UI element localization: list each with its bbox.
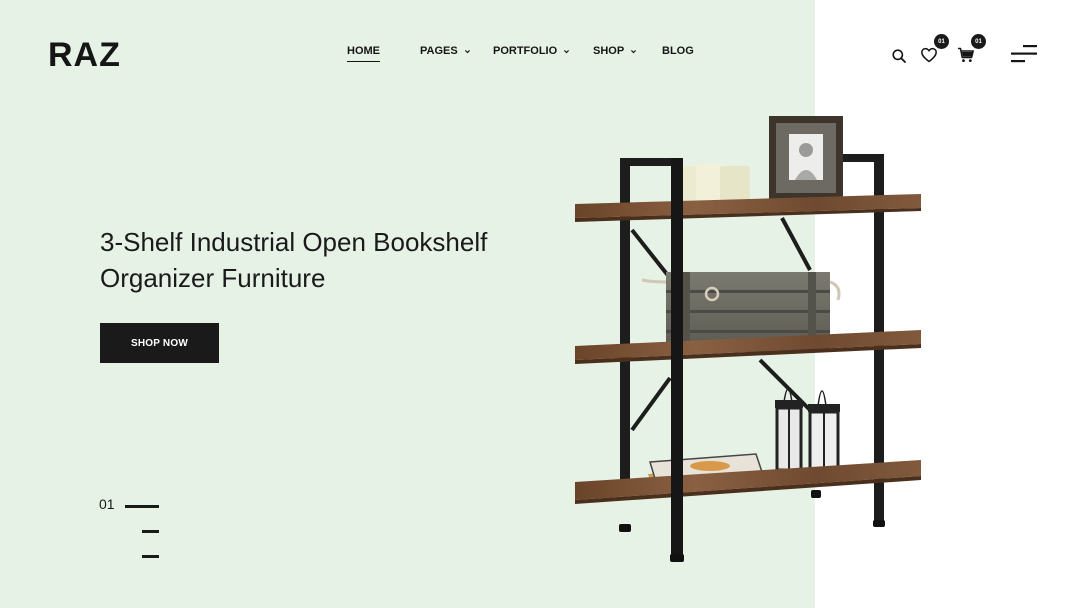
chevron-down-icon <box>464 49 470 53</box>
bookshelf-product-image <box>575 116 921 562</box>
nav-item-label: BLOG <box>662 45 694 57</box>
nav-item-label: SHOP <box>593 45 625 57</box>
hamburger-menu-icon <box>1011 45 1037 63</box>
menu-button[interactable] <box>1011 44 1037 64</box>
slide-indicator-3[interactable] <box>142 555 159 558</box>
nav-item-label: HOME <box>347 45 380 62</box>
slide-number: 01 <box>99 496 115 512</box>
search-button[interactable] <box>891 48 907 64</box>
nav-item-shop[interactable]: SHOP <box>593 45 637 57</box>
wishlist-button[interactable] <box>920 46 938 64</box>
shop-now-button[interactable]: SHOP NOW <box>100 323 219 363</box>
search-icon <box>892 49 906 63</box>
heart-icon <box>921 47 937 63</box>
cart-icon <box>958 47 974 62</box>
nav-item-home[interactable]: HOME <box>347 45 380 62</box>
nav-item-label: PORTFOLIO <box>493 45 558 57</box>
cart-button[interactable] <box>957 46 975 64</box>
slide-indicator-2[interactable] <box>142 530 159 533</box>
hero-title: 3-Shelf Industrial Open Bookshelf Organi… <box>100 227 488 293</box>
wishlist-count-badge: 01 <box>934 34 949 49</box>
site-logo[interactable]: RAZ <box>48 36 121 75</box>
nav-item-blog[interactable]: BLOG <box>662 45 694 57</box>
nav-item-portfolio[interactable]: PORTFOLIO <box>493 45 570 57</box>
chevron-down-icon <box>631 49 637 53</box>
slide-indicator-1[interactable] <box>125 505 159 508</box>
chevron-down-icon <box>564 49 570 53</box>
nav-item-label: PAGES <box>420 45 458 57</box>
cart-count-badge: 01 <box>971 34 986 49</box>
nav-item-pages[interactable]: PAGES <box>420 45 471 57</box>
